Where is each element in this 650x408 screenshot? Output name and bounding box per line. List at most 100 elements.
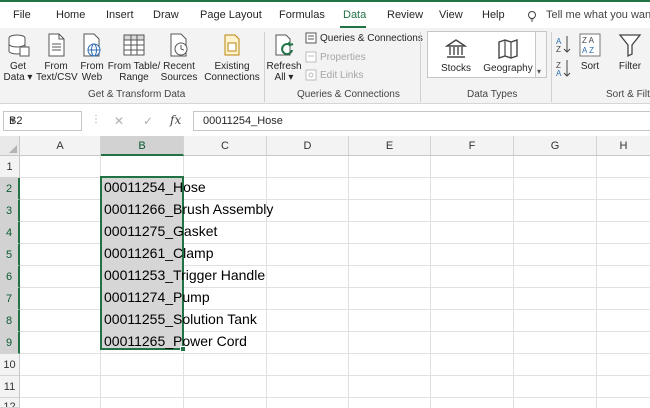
- gridline: [20, 353, 650, 354]
- text-file-icon: [48, 33, 65, 57]
- gridline: [513, 156, 514, 408]
- refresh-all-button[interactable]: Refresh All ▾: [266, 32, 302, 83]
- cell-b4[interactable]: 00011275_Gasket: [104, 220, 217, 242]
- from-web-button[interactable]: From Web: [78, 32, 106, 83]
- formula-content: 00011254_Hose: [203, 115, 283, 127]
- row-header[interactable]: 5: [0, 244, 20, 266]
- row-header[interactable]: 2: [0, 178, 20, 200]
- recent-sources-sublabel: Sources: [160, 72, 198, 83]
- column-header-b[interactable]: B: [101, 136, 184, 156]
- row-header[interactable]: 10: [0, 354, 20, 376]
- cell-b2[interactable]: 00011254_Hose: [104, 176, 206, 198]
- row-header[interactable]: 12: [0, 398, 20, 408]
- cell-b9[interactable]: 00011265_Power Cord: [104, 330, 247, 352]
- sort-label: Sort: [580, 61, 600, 72]
- tab-formulas[interactable]: Formulas: [279, 9, 325, 21]
- gridline: [348, 156, 349, 408]
- sort-az-buttons[interactable]: A Z Z A: [555, 32, 573, 80]
- cell-b3[interactable]: 00011266_Brush Assembly: [104, 198, 273, 220]
- edit-links-button[interactable]: Edit Links: [305, 69, 363, 81]
- group-divider: [551, 32, 552, 102]
- existing-connections-button[interactable]: Existing Connections: [203, 32, 261, 83]
- sort-ascending-icon: A Z Z A: [556, 36, 571, 78]
- from-table-range-button[interactable]: From Table/ Range: [107, 32, 161, 83]
- group-divider: [420, 32, 421, 102]
- more-options-icon[interactable]: ⋮: [91, 114, 101, 125]
- row-header[interactable]: 9: [0, 332, 20, 354]
- cell-b7[interactable]: 00011274_Pump: [104, 286, 210, 308]
- svg-text:Z A: Z A: [582, 36, 595, 45]
- row-header[interactable]: 11: [0, 376, 20, 398]
- column-header-f[interactable]: F: [431, 136, 514, 156]
- column-header-a[interactable]: A: [20, 136, 101, 156]
- column-header-c[interactable]: C: [184, 136, 267, 156]
- row-header[interactable]: 3: [0, 200, 20, 222]
- from-table-range-sublabel: Range: [119, 72, 149, 83]
- row-header[interactable]: 8: [0, 310, 20, 332]
- row-header[interactable]: 6: [0, 266, 20, 288]
- ribbon-tabs: File Home Insert Draw Page Layout Formul…: [0, 2, 650, 28]
- recent-sources-button[interactable]: Recent Sources: [160, 32, 198, 83]
- from-table-range-label: From Table/: [107, 61, 161, 72]
- column-header-d[interactable]: D: [267, 136, 349, 156]
- tab-file[interactable]: File: [13, 9, 31, 21]
- formula-bar: B2 ▼ ⋮ ✕ ✓ fx 00011254_Hose: [0, 105, 650, 135]
- column-header-h[interactable]: H: [597, 136, 650, 156]
- queries-icon: [305, 32, 317, 44]
- sort-icon: Z A A Z: [579, 33, 601, 57]
- tell-me-search[interactable]: Tell me what you want: [546, 9, 650, 21]
- queries-connections-button[interactable]: Queries & Connections: [305, 32, 423, 44]
- tab-review[interactable]: Review: [387, 9, 423, 21]
- gridline: [20, 375, 650, 376]
- svg-text:A: A: [556, 69, 562, 78]
- insert-function-button[interactable]: fx: [170, 113, 181, 127]
- enter-icon[interactable]: ✓: [143, 114, 153, 128]
- row-header[interactable]: 4: [0, 222, 20, 244]
- row-header[interactable]: 1: [0, 156, 20, 178]
- sort-button[interactable]: Z A A Z Sort: [576, 32, 604, 72]
- ribbon: Get Data ▾ From Text/CSV From Web From T…: [0, 28, 650, 104]
- cell-b5[interactable]: 00011261_Clamp: [104, 242, 214, 264]
- tab-draw[interactable]: Draw: [153, 9, 179, 21]
- gridline: [596, 156, 597, 408]
- tab-help[interactable]: Help: [482, 9, 505, 21]
- tab-insert[interactable]: Insert: [106, 9, 134, 21]
- get-data-sublabel: Data ▾: [3, 72, 33, 83]
- tab-view[interactable]: View: [439, 9, 463, 21]
- geography-button[interactable]: Geography: [482, 38, 534, 74]
- column-header-g[interactable]: G: [514, 136, 597, 156]
- database-icon: [8, 34, 30, 57]
- cell-b8[interactable]: 00011255_Solution Tank: [104, 308, 257, 330]
- select-all-button[interactable]: [0, 136, 20, 156]
- stocks-button[interactable]: Stocks: [434, 38, 478, 74]
- lightbulb-icon: [528, 11, 536, 22]
- group-label-data-types: Data Types: [467, 89, 518, 100]
- properties-button[interactable]: Properties: [305, 51, 366, 63]
- from-text-csv-label: From: [44, 61, 68, 72]
- chevron-down-icon[interactable]: ▼: [9, 116, 76, 125]
- group-label-queries: Queries & Connections: [297, 89, 400, 100]
- edit-links-label: Edit Links: [320, 69, 364, 81]
- cancel-icon[interactable]: ✕: [114, 114, 124, 128]
- get-data-button[interactable]: Get Data ▾: [3, 32, 33, 83]
- group-label-get-transform: Get & Transform Data: [88, 89, 186, 100]
- gallery-scroll[interactable]: ▾: [535, 32, 546, 77]
- expand-gallery-icon: ▾: [537, 67, 542, 76]
- stocks-label: Stocks: [440, 63, 471, 74]
- cell-b6[interactable]: 00011253_Trigger Handle: [104, 264, 265, 286]
- from-text-csv-button[interactable]: From Text/CSV: [36, 32, 78, 83]
- name-box[interactable]: B2 ▼: [3, 111, 82, 131]
- refresh-all-sublabel: All ▾: [274, 72, 294, 83]
- table-icon: [123, 34, 145, 56]
- filter-button[interactable]: Filter: [615, 32, 645, 72]
- tab-page-layout[interactable]: Page Layout: [200, 9, 262, 21]
- row-header[interactable]: 7: [0, 288, 20, 310]
- column-header-e[interactable]: E: [349, 136, 431, 156]
- from-web-sublabel: Web: [81, 72, 103, 83]
- properties-label: Properties: [320, 51, 366, 63]
- tab-home[interactable]: Home: [56, 9, 85, 21]
- formula-input[interactable]: 00011254_Hose: [193, 111, 650, 131]
- recent-sources-label: Recent: [163, 61, 195, 72]
- tab-data[interactable]: Data: [343, 9, 366, 21]
- worksheet-grid[interactable]: A B C D E F G H 1 2 3 4 5 6 7 8 9 10 11 …: [0, 136, 650, 408]
